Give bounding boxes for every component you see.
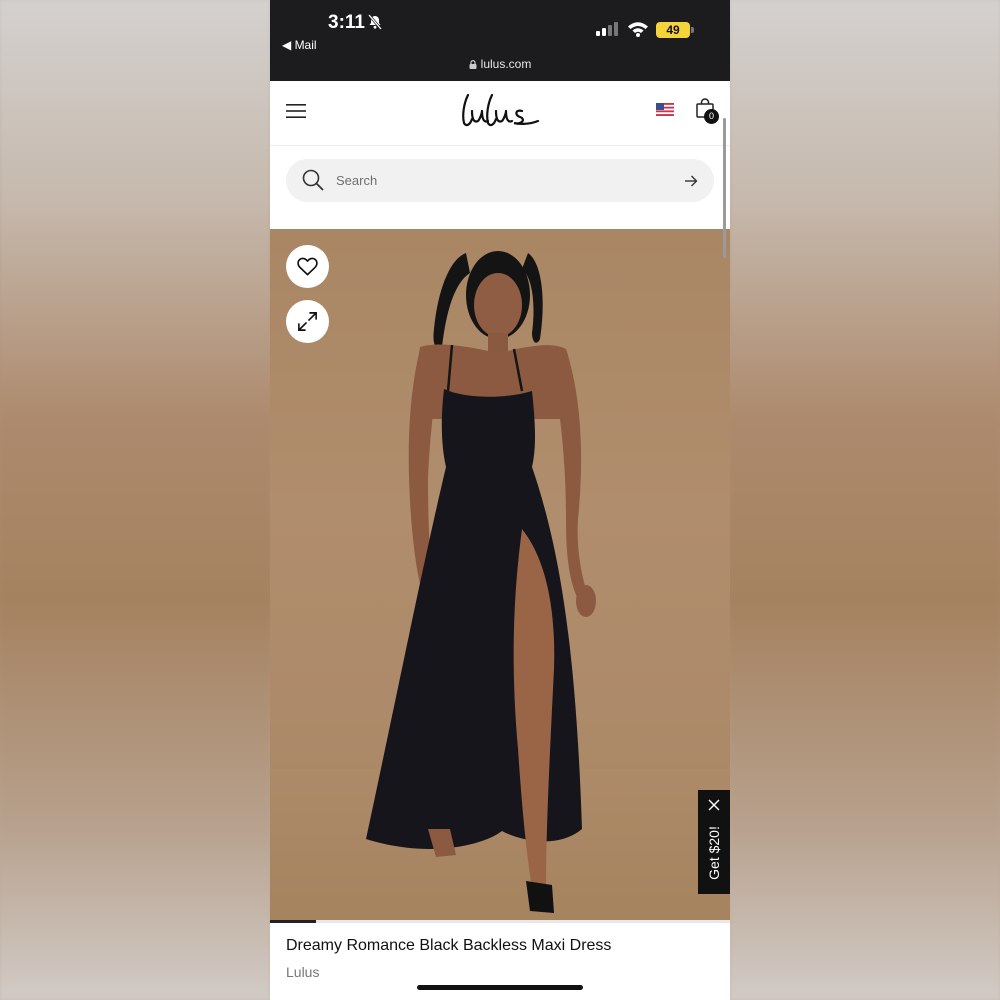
product-image[interactable]: Get $20!	[270, 229, 730, 921]
gallery-progress-fill	[270, 920, 316, 923]
menu-icon[interactable]	[286, 103, 306, 119]
expand-icon	[298, 312, 317, 331]
status-time: 3:11	[328, 12, 365, 33]
phone-screen: 3:11 ◀ Mail 49 lulus.com 0 Search Get $2…	[270, 0, 730, 1000]
search-icon	[302, 169, 324, 191]
product-title: Dreamy Romance Black Backless Maxi Dress	[286, 937, 612, 954]
expand-image-button[interactable]	[286, 300, 329, 343]
lulus-logo[interactable]	[458, 91, 542, 131]
product-brand[interactable]: Lulus	[286, 964, 319, 980]
back-to-mail-link[interactable]: ◀ Mail	[282, 38, 317, 52]
lock-icon	[469, 60, 477, 69]
scrollbar[interactable]	[723, 118, 726, 258]
cart-count-badge: 0	[704, 109, 719, 124]
background-blur-left	[0, 0, 270, 1000]
bell-slash-icon	[368, 14, 382, 30]
promo-label[interactable]: Get $20!	[706, 810, 722, 896]
search-bar[interactable]	[286, 159, 714, 202]
gallery-progress	[270, 920, 730, 923]
heart-icon	[297, 257, 318, 276]
arrow-right-icon[interactable]	[684, 174, 698, 188]
site-header: 0	[270, 81, 730, 146]
home-indicator[interactable]	[417, 985, 583, 990]
promo-tab[interactable]: Get $20!	[698, 790, 730, 894]
battery-nub	[691, 27, 694, 33]
favorite-button[interactable]	[286, 245, 329, 288]
signal-icon	[596, 22, 618, 36]
model-photo	[270, 251, 730, 921]
status-bar: 3:11 ◀ Mail 49 lulus.com	[270, 0, 730, 81]
wifi-icon	[628, 22, 648, 37]
battery-indicator: 49	[656, 22, 690, 38]
url-bar[interactable]: lulus.com	[270, 57, 730, 71]
search-input[interactable]	[336, 159, 666, 202]
url-text: lulus.com	[480, 57, 532, 71]
background-blur-right	[730, 0, 1000, 1000]
us-flag-icon[interactable]	[656, 103, 674, 116]
